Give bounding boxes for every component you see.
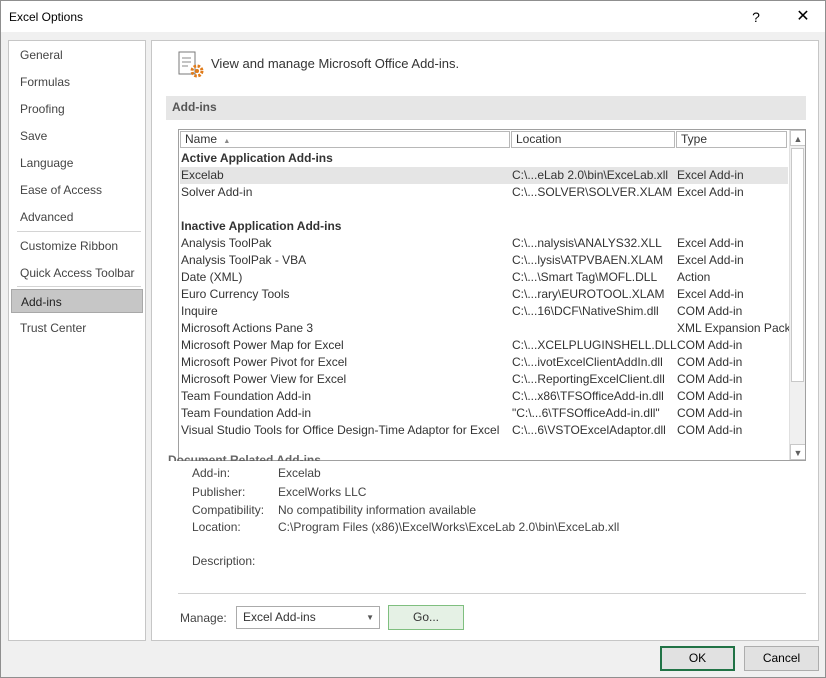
- manage-label: Manage:: [180, 611, 227, 625]
- group-header-active: Active Application Add-ins: [181, 151, 333, 165]
- table-row[interactable]: Euro Currency Tools C:\...rary\EUROTOOL.…: [180, 286, 788, 303]
- manage-divider: [178, 593, 806, 594]
- cancel-button[interactable]: Cancel: [744, 646, 819, 671]
- table-row[interactable]: Analysis ToolPak - VBA C:\...lysis\ATPVB…: [180, 252, 788, 269]
- go-button[interactable]: Go...: [388, 605, 464, 630]
- detail-publisher-label: Publisher:: [192, 485, 246, 499]
- detail-addin-value: Excelab: [278, 466, 321, 480]
- column-header-type[interactable]: Type: [676, 131, 787, 148]
- sidebar-item-language[interactable]: Language: [11, 151, 143, 175]
- table-row[interactable]: Microsoft Power View for Excel C:\...Rep…: [180, 371, 788, 388]
- table-row[interactable]: Solver Add-in C:\...SOLVER\SOLVER.XLAM E…: [180, 184, 788, 201]
- group-header-document-partial: Document Related Add-ins: [168, 453, 321, 461]
- table-row[interactable]: Team Foundation Add-in C:\...x86\TFSOffi…: [180, 388, 788, 405]
- main-panel: View and manage Microsoft Office Add-ins…: [151, 40, 819, 641]
- detail-description-label: Description:: [192, 554, 256, 568]
- sidebar-item-ease-of-access[interactable]: Ease of Access: [11, 178, 143, 202]
- sidebar-item-customize-ribbon[interactable]: Customize Ribbon: [11, 234, 143, 258]
- page-heading: View and manage Microsoft Office Add-ins…: [211, 56, 460, 71]
- manage-dropdown[interactable]: Excel Add-ins ▼: [236, 606, 380, 629]
- add-ins-table: Name ▲ Location Type Active Application …: [178, 129, 806, 461]
- sidebar-item-advanced[interactable]: Advanced: [11, 205, 143, 229]
- sidebar-divider: [17, 231, 141, 232]
- detail-location-label: Location:: [192, 520, 241, 534]
- table-row[interactable]: Excelab C:\...eLab 2.0\bin\ExceLab.xll E…: [180, 167, 788, 184]
- column-header-location[interactable]: Location: [511, 131, 675, 148]
- sidebar-divider: [17, 286, 141, 287]
- section-title: Add-ins: [166, 96, 806, 120]
- close-icon[interactable]: ✕: [781, 4, 825, 30]
- scroll-thumb[interactable]: [791, 148, 804, 382]
- table-row[interactable]: Team Foundation Add-in "C:\...6\TFSOffic…: [180, 405, 788, 422]
- sidebar-item-trust-center[interactable]: Trust Center: [11, 316, 143, 340]
- sidebar-item-add-ins[interactable]: Add-ins: [11, 289, 143, 313]
- scroll-down-icon[interactable]: ▼: [790, 444, 805, 460]
- table-row[interactable]: Microsoft Actions Pane 3 XML Expansion P…: [180, 320, 791, 337]
- title-bar: Excel Options ? ✕: [1, 1, 825, 32]
- column-header-name[interactable]: Name ▲: [180, 131, 510, 148]
- detail-publisher-value: ExcelWorks LLC: [278, 485, 367, 499]
- sidebar-item-general[interactable]: General: [11, 43, 143, 67]
- detail-compatibility-label: Compatibility:: [192, 503, 265, 517]
- detail-location-value: C:\Program Files (x86)\ExcelWorks\ExceLa…: [278, 520, 620, 534]
- sidebar: General Formulas Proofing Save Language …: [8, 40, 146, 641]
- table-row[interactable]: Date (XML) C:\...\Smart Tag\MOFL.DLL Act…: [180, 269, 788, 286]
- sidebar-item-save[interactable]: Save: [11, 124, 143, 148]
- detail-addin-label: Add-in:: [192, 466, 231, 480]
- table-row[interactable]: Inquire C:\...16\DCF\NativeShim.dll COM …: [180, 303, 788, 320]
- sidebar-item-quick-access-toolbar[interactable]: Quick Access Toolbar: [11, 261, 143, 285]
- detail-compatibility-value: No compatibility information available: [278, 503, 477, 517]
- help-icon[interactable]: ?: [746, 7, 766, 27]
- table-row[interactable]: Microsoft Power Map for Excel C:\...XCEL…: [180, 337, 788, 354]
- table-row[interactable]: Microsoft Power Pivot for Excel C:\...iv…: [180, 354, 788, 371]
- sort-ascending-icon: ▲: [223, 138, 231, 145]
- group-header-inactive: Inactive Application Add-ins: [181, 219, 342, 233]
- add-ins-gear-icon: [178, 51, 204, 78]
- table-scrollbar[interactable]: ▲ ▼: [789, 130, 805, 460]
- sidebar-item-proofing[interactable]: Proofing: [11, 97, 143, 121]
- window-title: Excel Options: [9, 10, 84, 24]
- ok-button[interactable]: OK: [660, 646, 735, 671]
- table-row[interactable]: Analysis ToolPak C:\...nalysis\ANALYS32.…: [180, 235, 788, 252]
- sidebar-item-formulas[interactable]: Formulas: [11, 70, 143, 94]
- excel-options-dialog: Excel Options ? ✕ General Formulas Proof…: [0, 0, 826, 678]
- table-row[interactable]: Visual Studio Tools for Office Design-Ti…: [180, 422, 788, 439]
- chevron-down-icon: ▼: [366, 613, 374, 622]
- scroll-up-icon[interactable]: ▲: [790, 130, 805, 146]
